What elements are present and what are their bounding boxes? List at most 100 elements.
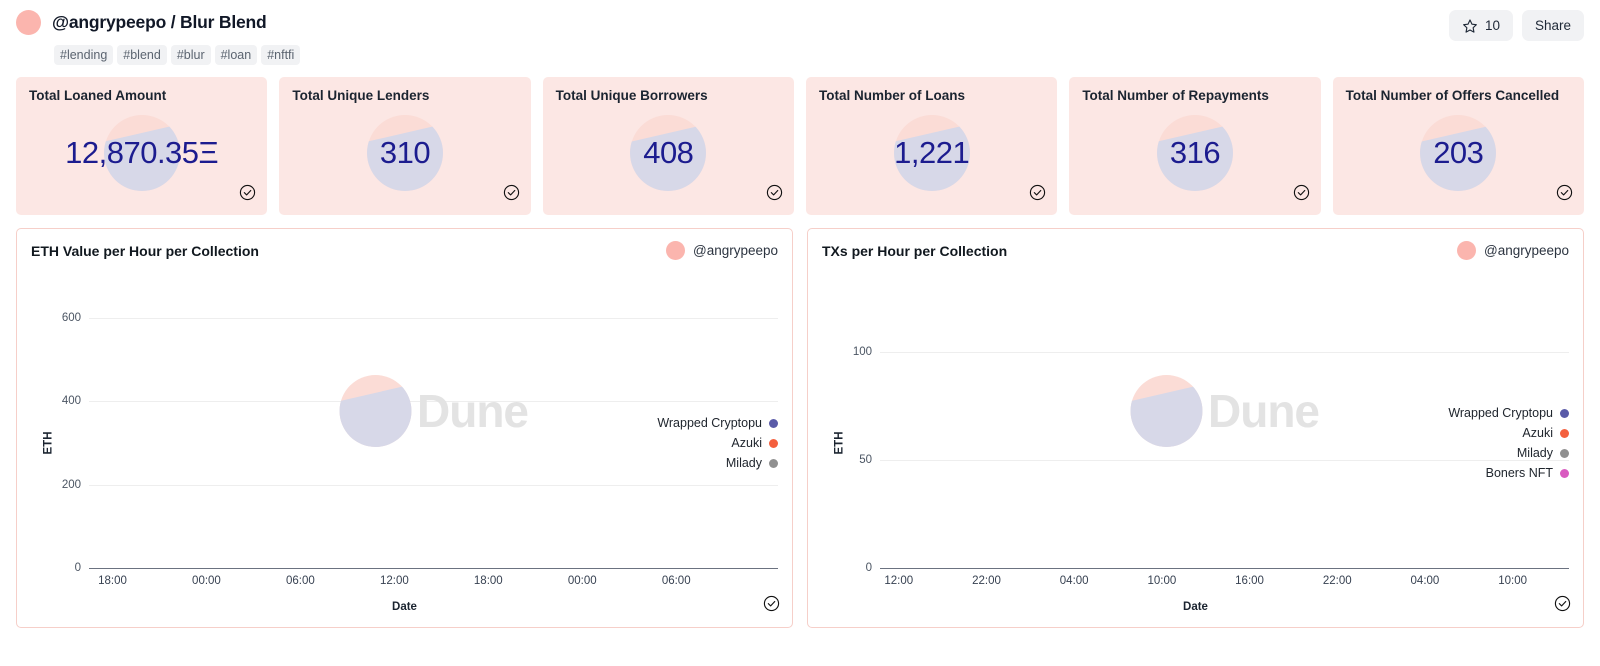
bar-slot[interactable] xyxy=(261,277,277,569)
bar-slot[interactable] xyxy=(449,277,465,569)
bar-slot[interactable] xyxy=(1043,277,1056,569)
bar-slot[interactable] xyxy=(527,277,543,569)
bar-slot[interactable] xyxy=(1419,277,1432,569)
verified-check-icon[interactable] xyxy=(1029,184,1046,206)
verified-check-icon[interactable] xyxy=(1293,184,1310,206)
bar-slot[interactable] xyxy=(1068,277,1081,569)
bar-slot[interactable] xyxy=(1231,277,1244,569)
tag-loan[interactable]: #loan xyxy=(214,45,258,65)
tag-lending[interactable]: #lending xyxy=(54,45,114,65)
bar-slot[interactable] xyxy=(1005,277,1018,569)
bar-slot[interactable] xyxy=(880,277,893,569)
bar-slot[interactable] xyxy=(1206,277,1219,569)
bar-slot[interactable] xyxy=(136,277,152,569)
bar-slot[interactable] xyxy=(543,277,559,569)
bar-slot[interactable] xyxy=(1394,277,1407,569)
legend-item[interactable]: Wrapped Cryptopu xyxy=(657,416,778,430)
bar-slot[interactable] xyxy=(930,277,943,569)
bar-slot[interactable] xyxy=(89,277,105,569)
bar-slot[interactable] xyxy=(1431,277,1444,569)
bar-slot[interactable] xyxy=(1319,277,1332,569)
bar-slot[interactable] xyxy=(1093,277,1106,569)
bar-slot[interactable] xyxy=(1030,277,1043,569)
bar-slot[interactable] xyxy=(1294,277,1307,569)
bar-slot[interactable] xyxy=(1181,277,1194,569)
bar-slot[interactable] xyxy=(943,277,956,569)
bar-slot[interactable] xyxy=(183,277,199,569)
bar-slot[interactable] xyxy=(1306,277,1319,569)
bar-slot[interactable] xyxy=(1406,277,1419,569)
bar-slot[interactable] xyxy=(1256,277,1269,569)
tag-blend[interactable]: #blend xyxy=(117,45,167,65)
bar-slot[interactable] xyxy=(968,277,981,569)
legend-item[interactable]: Azuki xyxy=(1522,426,1569,440)
bar-slot[interactable] xyxy=(1218,277,1231,569)
bar-slot[interactable] xyxy=(246,277,262,569)
bar-slot[interactable] xyxy=(1356,277,1369,569)
legend-item[interactable]: Boners NFT xyxy=(1486,466,1569,480)
bar-slot[interactable] xyxy=(955,277,968,569)
bar-slot[interactable] xyxy=(1081,277,1094,569)
verified-check-icon[interactable] xyxy=(766,184,783,206)
bar-slot[interactable] xyxy=(1243,277,1256,569)
legend-item[interactable]: Azuki xyxy=(731,436,778,450)
verified-check-icon[interactable] xyxy=(239,184,256,206)
bar-slot[interactable] xyxy=(371,277,387,569)
tag-blur[interactable]: #blur xyxy=(170,45,211,65)
bar-slot[interactable] xyxy=(355,277,371,569)
bar-slot[interactable] xyxy=(496,277,512,569)
bar-slot[interactable] xyxy=(1281,277,1294,569)
bar-slot[interactable] xyxy=(120,277,136,569)
share-button[interactable]: Share xyxy=(1521,10,1584,41)
bar-slot[interactable] xyxy=(277,277,293,569)
bar-slot[interactable] xyxy=(433,277,449,569)
bar-slot[interactable] xyxy=(905,277,918,569)
bar-slot[interactable] xyxy=(1193,277,1206,569)
bar-slot[interactable] xyxy=(1156,277,1169,569)
bar-slot[interactable] xyxy=(402,277,418,569)
bar-slot[interactable] xyxy=(893,277,906,569)
verified-check-icon[interactable] xyxy=(1554,595,1571,617)
bar-slot[interactable] xyxy=(1055,277,1068,569)
legend-item[interactable]: Milady xyxy=(1517,446,1569,460)
bar-slot[interactable] xyxy=(230,277,246,569)
bar-slot[interactable] xyxy=(574,277,590,569)
bar-slot[interactable] xyxy=(1131,277,1144,569)
bar-slot[interactable] xyxy=(1331,277,1344,569)
bar-slot[interactable] xyxy=(1118,277,1131,569)
bar-slot[interactable] xyxy=(1018,277,1031,569)
bar-slot[interactable] xyxy=(993,277,1006,569)
bar-slot[interactable] xyxy=(590,277,606,569)
bar-slot[interactable] xyxy=(340,277,356,569)
bar-slot[interactable] xyxy=(1268,277,1281,569)
bar-slot[interactable] xyxy=(559,277,575,569)
bar-slot[interactable] xyxy=(199,277,215,569)
bar-slot[interactable] xyxy=(621,277,637,569)
bar-slot[interactable] xyxy=(512,277,528,569)
bar-slot[interactable] xyxy=(480,277,496,569)
bar-slot[interactable] xyxy=(1381,277,1394,569)
kpi-card-total-unique-borrowers[interactable]: Total Unique Borrowers 408 xyxy=(542,77,794,215)
tag-nftfi[interactable]: #nftfi xyxy=(261,45,301,65)
star-button[interactable]: 10 xyxy=(1448,10,1513,41)
bar-slot[interactable] xyxy=(386,277,402,569)
kpi-card-total-number-of-repayments[interactable]: Total Number of Repayments 316 xyxy=(1069,77,1321,215)
bar-slot[interactable] xyxy=(980,277,993,569)
verified-check-icon[interactable] xyxy=(503,184,520,206)
kpi-card-total-number-of-loans[interactable]: Total Number of Loans 1,221 xyxy=(805,77,1058,215)
bar-slot[interactable] xyxy=(465,277,481,569)
bar-slot[interactable] xyxy=(1344,277,1357,569)
bar-slot[interactable] xyxy=(1106,277,1119,569)
bar-slot[interactable] xyxy=(606,277,622,569)
kpi-card-total-unique-lenders[interactable]: Total Unique Lenders 310 xyxy=(279,77,531,215)
verified-check-icon[interactable] xyxy=(763,595,780,617)
bar-slot[interactable] xyxy=(167,277,183,569)
bar-slot[interactable] xyxy=(1369,277,1382,569)
legend-item[interactable]: Milady xyxy=(726,456,778,470)
bar-slot[interactable] xyxy=(637,277,653,569)
bar-slot[interactable] xyxy=(1143,277,1156,569)
legend-item[interactable]: Wrapped Cryptopu xyxy=(1448,406,1569,420)
bar-slot[interactable] xyxy=(418,277,434,569)
bar-slot[interactable] xyxy=(152,277,168,569)
kpi-card-total-number-of-offers-cancelled[interactable]: Total Number of Offers Cancelled 203 xyxy=(1332,77,1584,215)
